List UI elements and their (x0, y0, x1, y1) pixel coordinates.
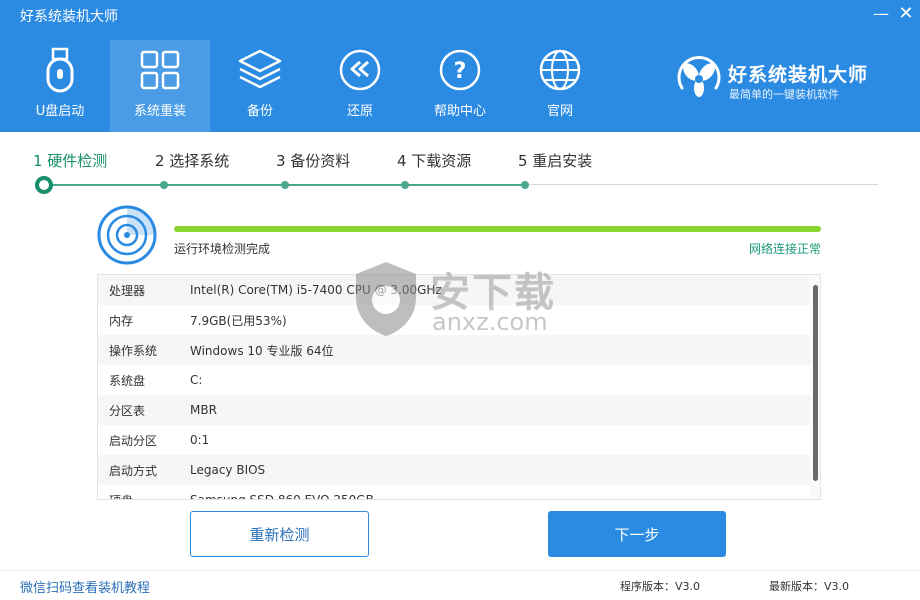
step-indicator: 1 硬件检测 2 选择系统 3 备份资料 4 下载资源 5 重启安装 (0, 132, 920, 194)
step-select-system: 2 选择系统 (155, 152, 230, 170)
detection-status: 运行环境检测完成 (174, 242, 271, 256)
nav-system-reinstall[interactable]: 系统重装 (110, 40, 210, 132)
hardware-info-key: 硬盘 (98, 492, 190, 500)
windows-grid-icon (136, 46, 184, 94)
window-title: 好系统装机大师 (20, 9, 118, 25)
hardware-info-value: MBR (190, 403, 217, 417)
hardware-info-key: 系统盘 (109, 373, 146, 388)
hardware-info-row: 硬盘Samsung SSD 860 EVO 250GB (98, 485, 811, 500)
step-dot-current (35, 176, 53, 194)
globe-icon (536, 46, 584, 94)
hardware-info-row: 操作系统 Windows 10 专业版 64位 (98, 335, 811, 365)
nav-label: 官网 (546, 104, 573, 119)
nav-label: 系统重装 (133, 104, 186, 119)
nav-label: U盘启动 (35, 104, 85, 119)
detection-progress-bar (174, 226, 821, 232)
program-version: 程序版本：V3.0 (620, 580, 701, 593)
app-header: 好系统装机大师 — ✕ U盘启动 系统重装 备份 还原 ? 帮助中心 官网 好系… (0, 0, 920, 132)
hardware-info-row: 启动方式 Legacy BIOS (98, 455, 811, 485)
hardware-info-list[interactable]: 处理器 Intel(R) Core(TM) i5-7400 CPU @ 3.00G… (97, 274, 821, 500)
footer-divider (0, 570, 920, 571)
hardware-info-value: 0:1 (190, 433, 210, 447)
minimize-button[interactable]: — (868, 2, 894, 26)
hardware-info-value: Intel(R) Core(TM) i5-7400 CPU @ 3.00GHz (190, 283, 442, 297)
brand-slogan: 最简单的一键装机软件 (729, 88, 839, 101)
hardware-info-row: 启动分区 0:1 (98, 425, 811, 455)
hardware-info-row: 处理器 Intel(R) Core(TM) i5-7400 CPU @ 3.00G… (98, 275, 811, 305)
hardware-info-value: Windows 10 专业版 64位 (190, 343, 334, 358)
hardware-info-value: 7.9GB(已用53%) (190, 313, 287, 328)
wechat-tutorial-link[interactable]: 微信扫码查看装机教程 (20, 577, 150, 596)
layers-icon (236, 46, 284, 94)
hardware-info-key: 处理器 (109, 283, 146, 298)
usb-drive-icon (36, 46, 84, 94)
latest-version: 最新版本：V3.0 (769, 580, 850, 593)
hardware-info-value: Legacy BIOS (190, 463, 266, 477)
hardware-info-key: 内存 (109, 313, 134, 328)
hardware-info-row: 内存 7.9GB(已用53%) (98, 305, 811, 335)
hardware-info-key: 操作系统 (109, 343, 158, 358)
restore-icon (336, 46, 384, 94)
hardware-info-value: Samsung SSD 860 EVO 250GB (190, 493, 374, 500)
brand-logo-icon (674, 54, 724, 104)
brand-name: 好系统装机大师 (728, 64, 869, 86)
radar-scan-icon (96, 204, 158, 266)
step-dot (521, 181, 529, 189)
nav-label: 帮助中心 (433, 104, 486, 119)
hardware-info-key: 启动分区 (109, 433, 158, 448)
step-dot (160, 181, 168, 189)
hardware-info-row: 分区表 MBR (98, 395, 811, 425)
step-reboot-install: 5 重启安装 (518, 152, 593, 170)
nav-restore[interactable]: 还原 (310, 40, 410, 132)
hardware-info-key: 启动方式 (109, 463, 158, 478)
nav-label: 备份 (246, 104, 273, 119)
main-nav: U盘启动 系统重装 备份 还原 ? 帮助中心 官网 (10, 40, 610, 132)
network-status: 网络连接正常 (748, 242, 821, 256)
nav-help-center[interactable]: ? 帮助中心 (410, 40, 510, 132)
svg-text:?: ? (454, 59, 467, 84)
hardware-info-row: 系统盘 C: (98, 365, 811, 395)
nav-official-site[interactable]: 官网 (510, 40, 610, 132)
hardware-info-key: 分区表 (109, 403, 146, 418)
step-dot (281, 181, 289, 189)
recheck-button[interactable]: 重新检测 (190, 511, 369, 557)
scrollbar-track[interactable] (810, 275, 820, 499)
help-icon: ? (436, 46, 484, 94)
detection-progress-fill (174, 226, 821, 232)
step-dot (401, 181, 409, 189)
step-backup-data: 3 备份资料 (276, 152, 351, 170)
brand: 好系统装机大师 最简单的一键装机软件 (674, 54, 894, 106)
hardware-info-value: C: (190, 373, 203, 387)
step-download-resources: 4 下载资源 (397, 152, 472, 170)
nav-backup[interactable]: 备份 (210, 40, 310, 132)
scrollbar-thumb[interactable] (813, 285, 818, 481)
next-step-button[interactable]: 下一步 (548, 511, 726, 557)
step-hardware-check: 1 硬件检测 (33, 152, 108, 170)
nav-label: 还原 (346, 104, 373, 119)
hardware-info-rows: 处理器 Intel(R) Core(TM) i5-7400 CPU @ 3.00G… (98, 275, 820, 500)
close-button[interactable]: ✕ (893, 2, 919, 26)
nav-usb-boot[interactable]: U盘启动 (10, 40, 110, 132)
